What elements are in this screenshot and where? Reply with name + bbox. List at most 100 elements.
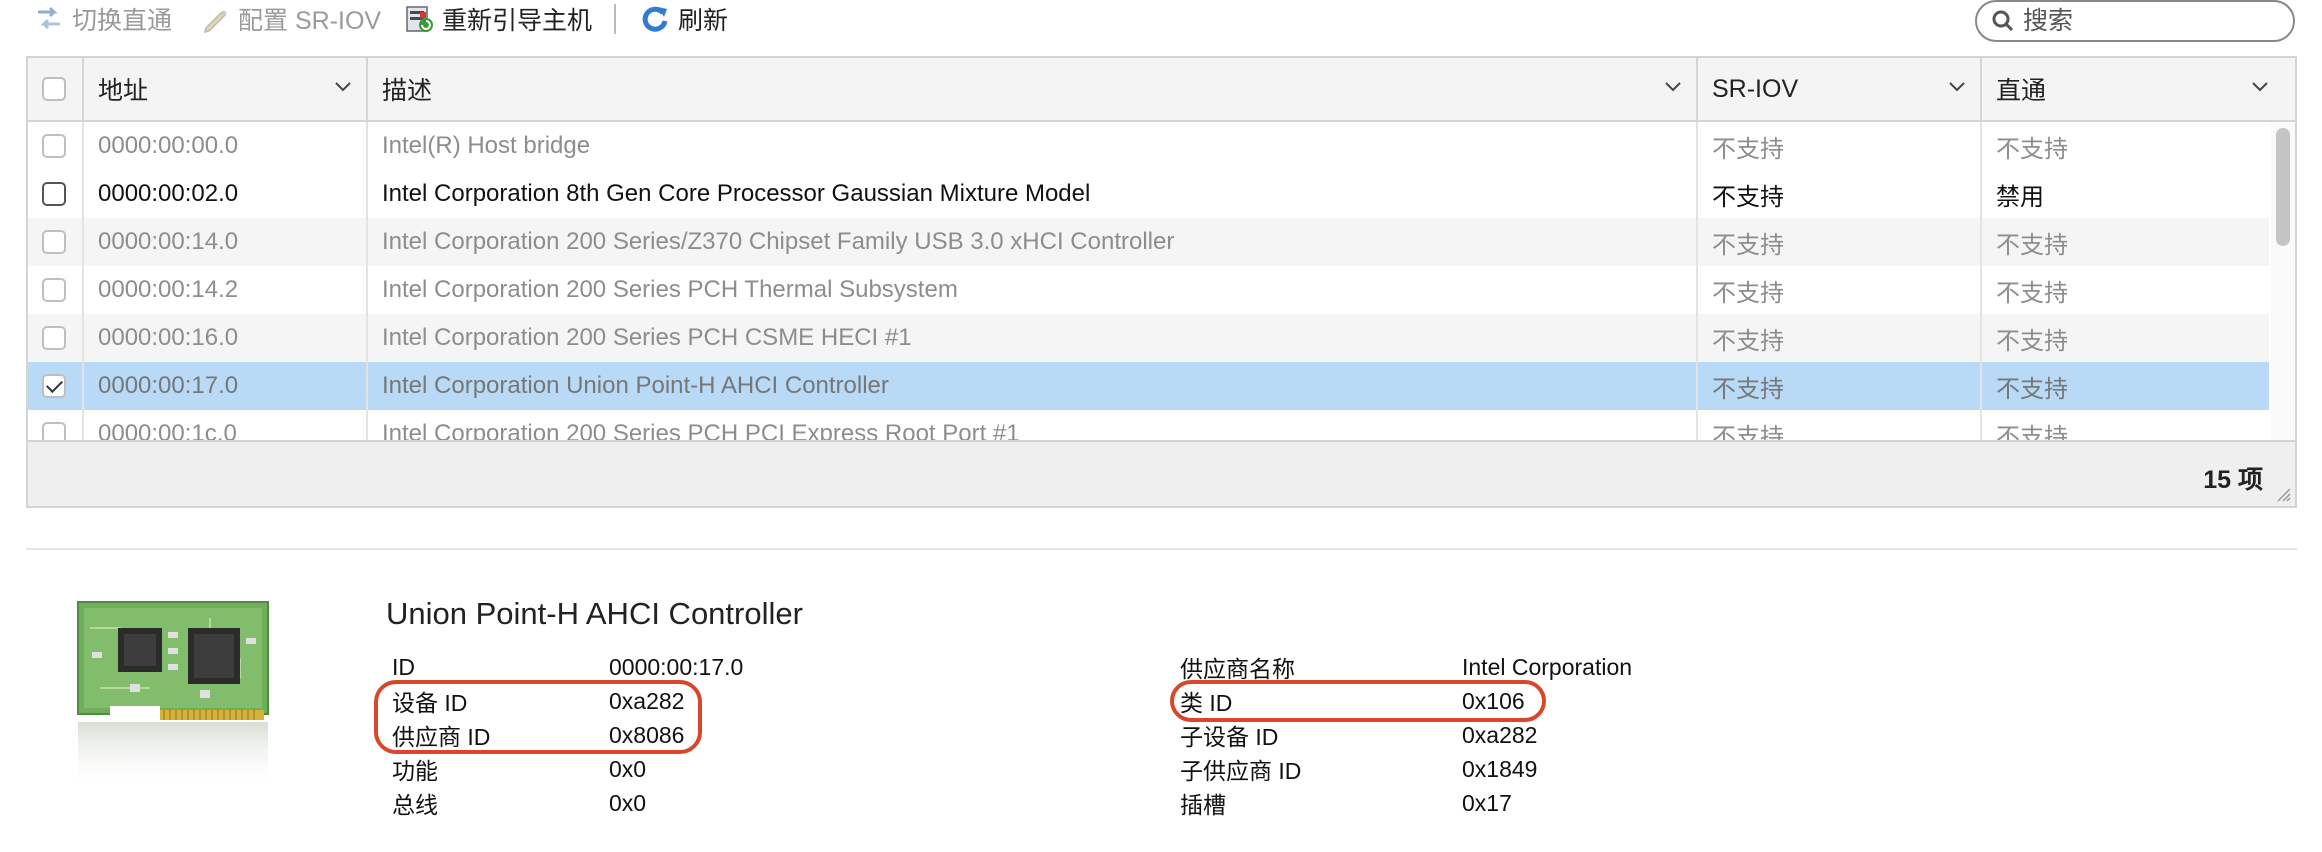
table-row[interactable]: 0000:00:16.0 Intel Corporation 200 Serie… bbox=[28, 314, 2269, 362]
sriov-cell: 不支持 bbox=[1698, 170, 1982, 218]
pci-card-icon bbox=[77, 601, 269, 792]
passthrough-cell: 不支持 bbox=[1996, 279, 2068, 307]
grid-body: 0000:00:00.0 Intel(R) Host bridge 不支持 不支… bbox=[28, 122, 2269, 440]
chevron-down-icon[interactable] bbox=[1664, 78, 1682, 96]
description-cell: Intel Corporation 200 Series/Z370 Chipse… bbox=[368, 218, 1698, 266]
passthrough-cell: 禁用 bbox=[1996, 183, 2044, 211]
sriov-cell: 不支持 bbox=[1698, 218, 1982, 266]
row-checkbox[interactable] bbox=[42, 278, 66, 302]
passthrough-cell: 不支持 bbox=[1996, 231, 2068, 259]
property-label-bus: 总线 bbox=[392, 792, 438, 818]
table-row[interactable]: 0000:00:1c.0 Intel Corporation 200 Serie… bbox=[28, 410, 2269, 440]
passthrough-cell: 不支持 bbox=[1996, 375, 2068, 403]
property-value-vendor-name: Intel Corporation bbox=[1462, 653, 1633, 680]
scrollbar-thumb[interactable] bbox=[2276, 128, 2290, 246]
search-input[interactable] bbox=[2023, 6, 2273, 36]
property-label-vendor-name: 供应商名称 bbox=[1180, 656, 1295, 682]
property-value-function: 0x0 bbox=[609, 755, 647, 782]
table-row[interactable]: 0000:00:00.0 Intel(R) Host bridge 不支持 不支… bbox=[28, 122, 2269, 170]
table-row[interactable]: 0000:00:14.2 Intel Corporation 200 Serie… bbox=[28, 266, 2269, 314]
address-cell: 0000:00:00.0 bbox=[84, 122, 368, 170]
property-value-id: 0000:00:17.0 bbox=[609, 653, 744, 680]
column-header-address[interactable]: 地址 bbox=[84, 58, 368, 120]
column-header-sriov[interactable]: SR-IOV bbox=[1698, 58, 1982, 120]
row-select-cell bbox=[28, 314, 84, 362]
reboot-icon bbox=[404, 4, 434, 34]
address-cell: 0000:00:16.0 bbox=[84, 314, 368, 362]
property-label-subdevice-id: 子设备 ID bbox=[1180, 724, 1279, 750]
row-checkbox[interactable] bbox=[42, 374, 66, 398]
resize-grip-icon[interactable] bbox=[2275, 486, 2291, 502]
property-value-bus: 0x0 bbox=[609, 789, 647, 816]
row-checkbox[interactable] bbox=[42, 230, 66, 254]
refresh-icon bbox=[640, 4, 670, 34]
pci-device-grid: 地址 描述 SR-IOV 直通 0000:00:00.0 Intel(R) Ho… bbox=[26, 56, 2297, 508]
toggle-passthrough-button[interactable]: 切换直通 bbox=[34, 2, 172, 36]
row-select-cell bbox=[28, 218, 84, 266]
column-header-label: 描述 bbox=[382, 77, 433, 105]
column-header-label: SR-IOV bbox=[1712, 74, 1799, 103]
property-value-subvendor-id: 0x1849 bbox=[1462, 755, 1538, 782]
sriov-cell: 不支持 bbox=[1698, 362, 1982, 410]
row-select-cell bbox=[28, 410, 84, 440]
highlight-oval-device-vendor-id bbox=[374, 680, 702, 754]
property-value-subdevice-id: 0xa282 bbox=[1462, 721, 1538, 748]
grid-footer: 15 项 bbox=[28, 440, 2295, 506]
row-select-cell bbox=[28, 362, 84, 410]
config-sriov-label: 配置 SR-IOV bbox=[238, 7, 382, 35]
search-icon bbox=[1992, 10, 2014, 32]
description-cell: Intel(R) Host bridge bbox=[368, 122, 1698, 170]
address-cell: 0000:00:02.0 bbox=[84, 170, 368, 218]
device-title: Union Point-H AHCI Controller bbox=[386, 596, 803, 631]
description-cell: Intel Corporation 8th Gen Core Processor… bbox=[368, 170, 1698, 218]
description-cell: Intel Corporation 200 Series PCH Thermal… bbox=[368, 266, 1698, 314]
row-select-cell bbox=[28, 170, 84, 218]
chevron-down-icon[interactable] bbox=[334, 78, 352, 96]
sriov-cell: 不支持 bbox=[1698, 314, 1982, 362]
sriov-cell: 不支持 bbox=[1698, 122, 1982, 170]
highlight-oval-class-id bbox=[1170, 680, 1546, 722]
select-all-checkbox[interactable] bbox=[42, 77, 66, 101]
table-row-selected[interactable]: 0000:00:17.0 Intel Corporation Union Poi… bbox=[28, 362, 2269, 410]
column-header-description[interactable]: 描述 bbox=[368, 58, 1698, 120]
reboot-host-button[interactable]: 重新引导主机 bbox=[404, 2, 592, 36]
property-label-subvendor-id: 子供应商 ID bbox=[1180, 758, 1302, 784]
passthrough-cell: 不支持 bbox=[1996, 135, 2068, 163]
column-header-label: 直通 bbox=[1996, 77, 2047, 105]
item-count: 15 项 bbox=[2203, 466, 2263, 494]
select-all-cell bbox=[28, 58, 84, 120]
property-label-id: ID bbox=[392, 653, 415, 680]
row-checkbox[interactable] bbox=[42, 134, 66, 158]
description-cell: Intel Corporation Union Point-H AHCI Con… bbox=[368, 362, 1698, 410]
sriov-cell: 不支持 bbox=[1698, 410, 1982, 440]
row-checkbox[interactable] bbox=[42, 422, 66, 440]
grid-header: 地址 描述 SR-IOV 直通 bbox=[28, 58, 2295, 122]
section-divider bbox=[26, 548, 2297, 550]
chevron-down-icon[interactable] bbox=[2251, 78, 2269, 96]
sriov-cell: 不支持 bbox=[1698, 266, 1982, 314]
config-sriov-button[interactable]: 配置 SR-IOV bbox=[200, 2, 381, 36]
column-header-passthrough[interactable]: 直通 bbox=[1982, 58, 2295, 120]
address-cell: 0000:00:14.2 bbox=[84, 266, 368, 314]
passthrough-cell: 不支持 bbox=[1996, 423, 2068, 441]
column-header-label: 地址 bbox=[98, 77, 149, 105]
search-box[interactable] bbox=[1975, 0, 2295, 42]
refresh-button[interactable]: 刷新 bbox=[640, 2, 728, 36]
row-select-cell bbox=[28, 266, 84, 314]
property-value-slot: 0x17 bbox=[1462, 789, 1512, 816]
description-cell: Intel Corporation 200 Series PCH PCI Exp… bbox=[368, 410, 1698, 440]
pencil-icon bbox=[200, 4, 230, 34]
vertical-scrollbar[interactable] bbox=[2271, 122, 2295, 440]
refresh-label: 刷新 bbox=[678, 7, 729, 35]
address-cell: 0000:00:17.0 bbox=[84, 362, 368, 410]
table-row[interactable]: 0000:00:02.0 Intel Corporation 8th Gen C… bbox=[28, 170, 2269, 218]
passthrough-cell: 不支持 bbox=[1996, 327, 2068, 355]
row-checkbox[interactable] bbox=[42, 326, 66, 350]
table-row[interactable]: 0000:00:14.0 Intel Corporation 200 Serie… bbox=[28, 218, 2269, 266]
row-checkbox[interactable] bbox=[42, 182, 66, 206]
passthrough-icon bbox=[34, 4, 64, 34]
property-label-function: 功能 bbox=[392, 758, 438, 784]
chevron-down-icon[interactable] bbox=[1948, 78, 1966, 96]
property-label-slot: 插槽 bbox=[1180, 792, 1226, 818]
toolbar: 切换直通 配置 SR-IOV 重新引导主机 刷新 搜索 bbox=[0, 0, 2322, 42]
